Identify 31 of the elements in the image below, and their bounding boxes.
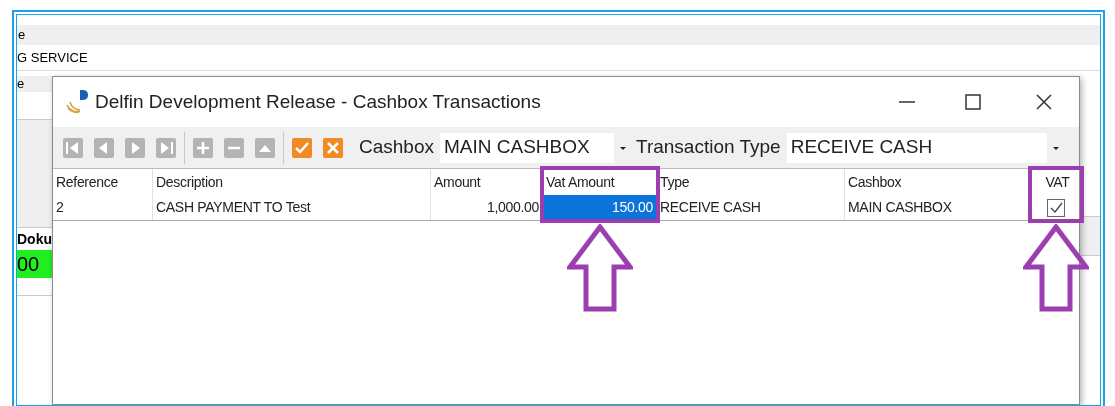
service-text: G SERVICE <box>17 48 88 67</box>
table-cell: 1,000.00 <box>431 195 543 220</box>
checkmark-icon[interactable] <box>292 137 312 158</box>
side-text: e <box>17 75 25 94</box>
menu-text: e <box>17 26 26 45</box>
filter-label: Cashbox <box>359 135 434 160</box>
column-header: Description <box>156 173 223 192</box>
side-panel <box>1080 216 1100 256</box>
column-header: Reference <box>56 173 118 192</box>
table-cell: MAIN CASHBOX <box>845 195 1031 220</box>
dropdown-field[interactable]: MAIN CASHBOX <box>440 132 632 163</box>
maximize-icon[interactable] <box>963 92 983 112</box>
app-logo-icon <box>65 89 89 115</box>
column-header: Amount <box>434 173 481 192</box>
column-header: Type <box>660 173 690 192</box>
table-cell: CASH PAYMENT TO Test <box>153 195 431 220</box>
close-icon[interactable] <box>1034 92 1054 112</box>
vat-checkbox[interactable] <box>1047 198 1065 217</box>
column-header: Cashbox <box>848 173 902 192</box>
column-header: Doku <box>17 229 52 249</box>
column-header: Vat Amount <box>546 173 615 192</box>
window-title: Delfin Development Release - Cashbox Transactions <box>95 89 541 114</box>
table-cell: 2 <box>53 195 153 220</box>
dropdown-field[interactable]: RECEIVE CASH <box>786 132 1065 163</box>
filter-label: Transaction Type <box>636 135 781 160</box>
value-cell: 00 <box>17 250 52 278</box>
column-header: VAT <box>1045 173 1070 192</box>
highlight-frame <box>1028 166 1084 223</box>
table-cell: 150.00 <box>543 195 657 220</box>
table-cell: RECEIVE CASH <box>657 195 845 220</box>
cancel-icon[interactable] <box>323 137 343 158</box>
